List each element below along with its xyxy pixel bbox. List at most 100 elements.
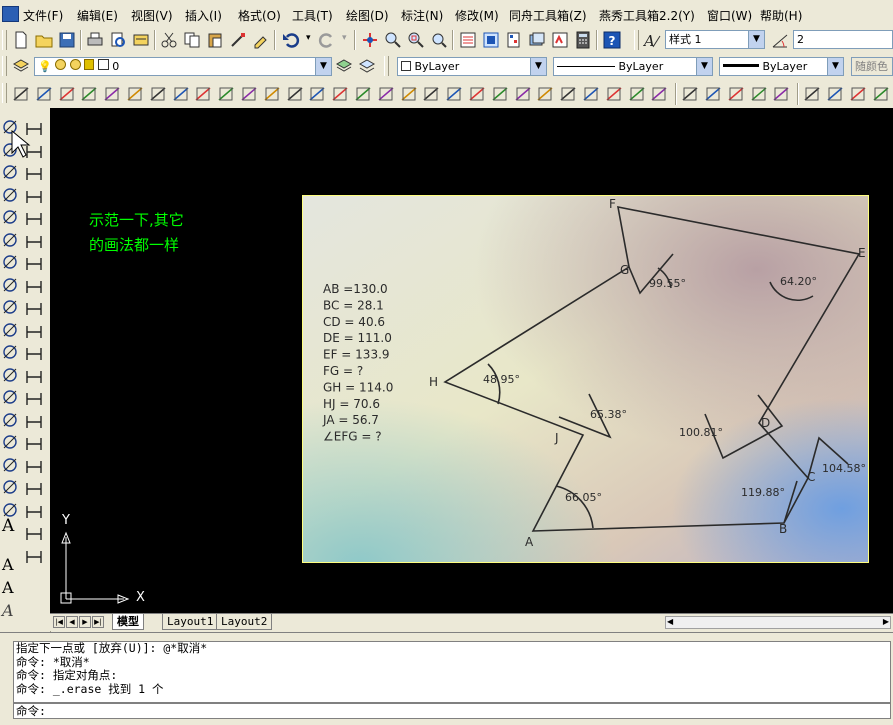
hatch2-icon[interactable] <box>872 85 890 103</box>
rotate-icon[interactable] <box>25 255 43 273</box>
calculator-icon[interactable] <box>574 31 592 49</box>
diam2-icon[interactable] <box>772 85 790 103</box>
styles-toolbar-grip[interactable] <box>634 30 639 50</box>
text-icon[interactable]: A <box>2 516 14 536</box>
offset-icon[interactable] <box>25 188 43 206</box>
zoom-window-icon[interactable] <box>407 31 425 49</box>
chevron-down-icon[interactable]: ▼ <box>827 58 843 75</box>
undo-icon[interactable] <box>282 31 300 49</box>
radius2-icon[interactable] <box>750 85 768 103</box>
undo-dropdown-icon[interactable]: ▾ <box>306 33 311 43</box>
block-editor-icon[interactable] <box>252 31 270 49</box>
app-icon[interactable] <box>2 6 19 22</box>
properties-toolbar-grip[interactable] <box>384 56 389 76</box>
chevron-down-icon[interactable]: ▼ <box>696 58 712 75</box>
menu-tools[interactable]: 工具(T) <box>292 7 333 24</box>
color-select[interactable]: ByLayer ▼ <box>397 57 547 76</box>
menu-tongzhou-toolbox[interactable]: 同舟工具箱(Z) <box>509 7 587 24</box>
save-icon[interactable] <box>58 31 76 49</box>
ellipse-icon[interactable] <box>1 321 19 339</box>
reference-photo[interactable]: A B C D E F G H J 99.55° 64.20° 48.95° 6… <box>302 195 869 563</box>
drawing-canvas[interactable]: 示范一下,其它 的画法都一样 A B C D E F G H J 99.55° … <box>11 108 893 613</box>
join-icon[interactable] <box>25 390 43 408</box>
attach-icon[interactable] <box>559 85 577 103</box>
stretch-icon[interactable] <box>25 300 43 318</box>
gradient-icon[interactable] <box>445 85 463 103</box>
dim-arc-icon[interactable] <box>25 525 43 543</box>
toolbar-grip[interactable] <box>2 56 7 76</box>
draw-order-icon[interactable] <box>803 85 821 103</box>
rectangle-icon[interactable] <box>1 208 19 226</box>
tab-layout2[interactable]: Layout2 <box>216 614 273 630</box>
help-icon[interactable]: ? <box>603 31 621 49</box>
center-mark-icon[interactable] <box>308 85 326 103</box>
aligned2-icon[interactable] <box>704 85 722 103</box>
chamfer-icon[interactable] <box>25 413 43 431</box>
tab-layout1[interactable]: Layout1 <box>162 614 219 630</box>
radius-icon[interactable] <box>103 85 121 103</box>
dim-update-icon[interactable] <box>377 85 395 103</box>
print-preview-icon[interactable] <box>109 31 127 49</box>
hatch-icon[interactable] <box>422 85 440 103</box>
properties-icon[interactable] <box>459 31 477 49</box>
menu-format[interactable]: 格式(O) <box>238 7 281 24</box>
polygon-icon[interactable] <box>1 186 19 204</box>
break-icon[interactable] <box>25 368 43 386</box>
copy-icon[interactable] <box>183 31 201 49</box>
dim-linear-icon[interactable] <box>25 480 43 498</box>
chevron-down-icon[interactable]: ▼ <box>530 58 546 75</box>
tool-palettes-icon[interactable] <box>505 31 523 49</box>
jogged-icon[interactable] <box>126 85 144 103</box>
paste-icon[interactable] <box>206 31 224 49</box>
menu-dimension[interactable]: 标注(N) <box>401 7 443 24</box>
match-properties-icon[interactable] <box>229 31 247 49</box>
menu-insert[interactable]: 插入(I) <box>185 7 222 24</box>
tab-model[interactable]: 模型 <box>112 614 144 630</box>
zoom-realtime-icon[interactable] <box>384 31 402 49</box>
continue-icon[interactable] <box>240 85 258 103</box>
make-object-layer-current-icon[interactable] <box>335 57 353 75</box>
explode-icon[interactable] <box>25 458 43 476</box>
angular-icon[interactable] <box>172 85 190 103</box>
spline-icon[interactable] <box>1 298 19 316</box>
dim-angle-icon[interactable] <box>25 548 43 566</box>
menu-view[interactable]: 视图(V) <box>131 7 173 24</box>
new-file-icon[interactable] <box>12 31 30 49</box>
menu-draw[interactable]: 绘图(D) <box>346 7 389 24</box>
prev-tab-icon[interactable]: ◀ <box>66 616 78 628</box>
zoom-previous-icon[interactable] <box>430 31 448 49</box>
layer-manager-icon[interactable] <box>12 57 30 75</box>
menu-window[interactable]: 窗口(W) <box>707 7 752 24</box>
menu-yanxiu-toolbox[interactable]: 燕秀工具箱2.2(Y) <box>599 7 695 24</box>
quick-leader-icon[interactable] <box>263 85 281 103</box>
scroll-right-icon[interactable]: ▶ <box>883 617 889 626</box>
gradient-icon[interactable] <box>1 456 19 474</box>
ordinate-icon[interactable] <box>80 85 98 103</box>
linear-dim-icon[interactable] <box>12 85 30 103</box>
diameter-icon[interactable] <box>149 85 167 103</box>
open-folder-icon[interactable] <box>35 31 53 49</box>
text-align-icon[interactable] <box>536 85 554 103</box>
fillet-icon[interactable] <box>25 435 43 453</box>
aligned-dim-icon[interactable] <box>35 85 53 103</box>
block-icon[interactable] <box>849 85 867 103</box>
extend-icon[interactable] <box>25 345 43 363</box>
lock-icon[interactable] <box>84 59 95 70</box>
quick-dim-icon[interactable] <box>194 85 212 103</box>
grid2-icon[interactable] <box>826 85 844 103</box>
sun-icon[interactable] <box>55 59 67 70</box>
insert-block-icon[interactable] <box>1 366 19 384</box>
design-center-icon[interactable] <box>482 31 500 49</box>
toolbar-grip[interactable] <box>2 83 7 103</box>
multiline-text-icon[interactable]: A <box>2 555 14 574</box>
arc-icon[interactable] <box>1 231 19 249</box>
toolbar-grip[interactable] <box>2 30 7 50</box>
grid-icon[interactable] <box>514 85 532 103</box>
ellipse-arc-icon[interactable] <box>1 343 19 361</box>
next-tab-icon[interactable]: ▶ <box>79 616 91 628</box>
text-style-a-icon[interactable]: A <box>2 578 14 597</box>
mtext-icon[interactable] <box>628 85 646 103</box>
linear2-icon[interactable] <box>681 85 699 103</box>
viewport-freeze-icon[interactable] <box>69 59 81 70</box>
image-icon[interactable] <box>582 85 600 103</box>
